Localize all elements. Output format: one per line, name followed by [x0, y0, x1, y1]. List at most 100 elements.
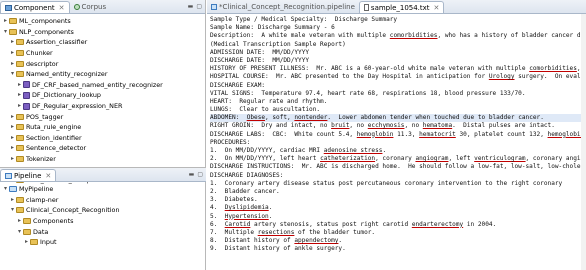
editor-line: 9. Distant history of ankle surgery.: [210, 245, 346, 253]
folder-icon: [30, 239, 38, 246]
maximize-icon[interactable]: ▢: [197, 171, 203, 178]
left-sidebar: Component ✕ Corpus ▬ ▢ ▸ ML_components ▾ NL…: [0, 0, 206, 270]
chevron-right-icon[interactable]: ▸: [9, 59, 16, 69]
chevron-right-icon[interactable]: ▸: [9, 143, 16, 153]
minimize-icon[interactable]: ▬: [189, 171, 195, 178]
tree-item[interactable]: ▾ Data: [0, 226, 206, 237]
chevron-right-icon[interactable]: ▸: [9, 133, 16, 143]
tab-sample-file[interactable]: sample_1054.txt ✕: [358, 1, 445, 13]
misspelled-term: hematocrit: [419, 130, 456, 138]
tree-item[interactable]: ▾ Clinical_Concept_Recognition: [0, 205, 206, 216]
editor-line: HEART: Regular rate and rhythm.: [210, 97, 328, 105]
minimize-icon[interactable]: ▬: [188, 3, 194, 10]
tree-item-label: ML_components: [19, 17, 71, 26]
chevron-right-icon[interactable]: ▸: [9, 48, 16, 58]
chevron-right-icon[interactable]: ▸: [16, 80, 23, 90]
tab-pipeline-label: Pipeline: [14, 171, 42, 180]
tree-item-label: Sentence_detector: [26, 144, 87, 153]
tree-item[interactable]: ▸ descriptor: [0, 58, 205, 69]
close-icon[interactable]: ✕: [59, 4, 65, 12]
editor-line: 7. Multiple resections of the bladder tu…: [210, 228, 376, 236]
tab-component-label: Component: [14, 3, 55, 12]
close-icon[interactable]: ✕: [434, 4, 440, 12]
tab-corpus[interactable]: Corpus: [70, 1, 111, 13]
tab-component[interactable]: Component ✕: [0, 1, 70, 13]
text-editor[interactable]: Sample Type / Medical Specialty: Dischar…: [207, 14, 586, 270]
vertical-scrollbar[interactable]: [581, 14, 586, 270]
misspelled-term: nontender: [294, 114, 328, 122]
folder-icon: [16, 113, 24, 120]
tree-item[interactable]: ▸ POS_tagger: [0, 111, 205, 122]
tree-item[interactable]: ▾ NLP_components: [0, 27, 205, 38]
misspelled-term: hematoma: [422, 122, 453, 130]
chevron-right-icon[interactable]: ▸: [9, 37, 16, 47]
chevron-right-icon[interactable]: ▸: [16, 90, 23, 100]
misspelled-term: comorbidities: [529, 65, 577, 73]
tree-item[interactable]: ▸ clamp-ner: [0, 195, 206, 206]
chevron-down-icon[interactable]: ▾: [2, 27, 9, 37]
maximize-icon[interactable]: ▢: [196, 3, 202, 10]
editor-line: ABDOMEN: Obese, soft, nontender. Lower a…: [210, 114, 586, 123]
misspelled-term: adenosine stress: [323, 147, 383, 154]
tree-item-label: Assertion_classifier: [26, 38, 88, 47]
editor-line: 2. On MM/DD/YYYY, left heart catheteriza…: [210, 155, 586, 163]
editor-line: LUNGS: Clear to auscultation.: [210, 106, 321, 114]
tree-item[interactable]: ▸ Tokenizer: [0, 154, 205, 165]
tree-item[interactable]: ▸ DF_Dictionary_lookup: [0, 90, 205, 101]
tree-item[interactable]: ▾ Named_entity_recognizer: [0, 69, 205, 80]
pipeline-pane: Pipeline ✕ ▬ ▢ ▾ MyPipeline ▸ clamp-ner ▾ Cli…: [0, 167, 206, 270]
tab-pipeline-file[interactable]: *Clinical_Concept_Recognition.pipeline: [207, 1, 359, 13]
chevron-right-icon[interactable]: ▸: [16, 101, 23, 111]
tree-item[interactable]: ▸ Input: [0, 237, 206, 248]
misspelled-term: catheterization: [320, 155, 376, 163]
chevron-right-icon[interactable]: ▸: [2, 16, 9, 26]
folder-icon: [16, 156, 24, 163]
tree-item[interactable]: ▸ Ruta_rule_engine: [0, 122, 205, 133]
folder-icon: [9, 28, 17, 35]
tab-sample-file-label: sample_1054.txt: [370, 3, 430, 12]
misspelled-term: angiogram: [415, 155, 449, 163]
chevron-right-icon[interactable]: ▸: [9, 195, 16, 205]
editor-line: VITAL SIGNS: Temperature 97.4, heart rat…: [210, 89, 526, 97]
editor-area: *Clinical_Concept_Recognition.pipeline s…: [207, 0, 586, 270]
tab-corpus-label: Corpus: [81, 3, 107, 11]
folder-icon: [16, 124, 24, 131]
folder-icon: [23, 218, 31, 225]
tree-item-label: Components: [33, 217, 74, 226]
tree-item-label: MyPipeline: [19, 185, 54, 194]
component-tree: ▸ ML_components ▾ NLP_components ▸ Assertion_…: [0, 14, 205, 186]
misspelled-term: ventriculogram: [474, 155, 526, 163]
chevron-right-icon[interactable]: ▸: [9, 154, 16, 164]
tree-item[interactable]: ▸ Section_identifier: [0, 133, 205, 144]
editor-line: 3. Diabetes.: [210, 196, 258, 204]
tree-item[interactable]: ▸ Components: [0, 216, 206, 227]
chevron-right-icon[interactable]: ▸: [9, 112, 16, 122]
tree-item[interactable]: ▸ Chunker: [0, 48, 205, 59]
tree-item[interactable]: ▸ ML_components: [0, 16, 205, 27]
tree-item-label: POS_tagger: [26, 112, 64, 121]
chevron-down-icon[interactable]: ▾: [9, 69, 16, 79]
pipeline-tabbar: Pipeline ✕ ▬ ▢: [0, 168, 206, 182]
folder-icon: [16, 71, 24, 78]
chevron-right-icon[interactable]: ▸: [23, 237, 30, 247]
chevron-right-icon[interactable]: ▸: [16, 216, 23, 226]
close-icon[interactable]: ✕: [45, 172, 51, 180]
misspelled-term: bruit: [331, 122, 350, 130]
misspelled-term: Dyslipidemia: [224, 204, 269, 212]
folder-icon: [16, 39, 24, 46]
editor-line: 4. Dyslipidemia.: [210, 204, 273, 212]
tree-item[interactable]: ▸ Assertion_classifier: [0, 37, 205, 48]
chevron-right-icon[interactable]: ▸: [9, 122, 16, 132]
tree-item[interactable]: ▸ DF_Regular_expression_NER: [0, 101, 205, 112]
chevron-down-icon[interactable]: ▾: [2, 184, 9, 194]
chevron-down-icon[interactable]: ▾: [9, 205, 16, 215]
tab-pipeline[interactable]: Pipeline ✕: [0, 169, 57, 181]
tree-item[interactable]: ▸ Sentence_detector: [0, 143, 205, 154]
chevron-down-icon[interactable]: ▾: [16, 227, 23, 237]
tree-item-label: Clinical_Concept_Recognition: [26, 206, 120, 215]
tree-item[interactable]: ▸ DF_CRF_based_named_entity_recognizer: [0, 80, 205, 91]
editor-line: DISCHARGE LABS: CBC: White count 5.4, he…: [210, 130, 585, 138]
folder-icon: [16, 60, 24, 67]
corpus-tab-icon: [73, 4, 80, 10]
tree-item[interactable]: ▾ MyPipeline: [0, 184, 206, 195]
